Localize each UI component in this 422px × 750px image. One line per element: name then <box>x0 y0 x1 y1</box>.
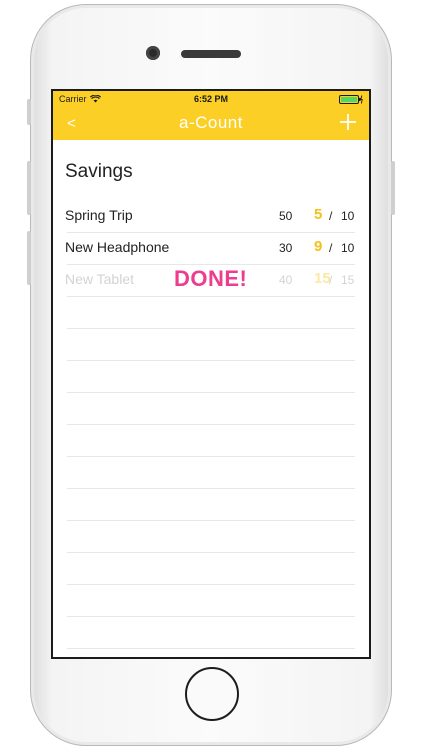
item-separator: / <box>329 273 333 287</box>
savings-list: Spring Trip 50 5 / 10 New Headphone 30 9… <box>53 201 369 649</box>
earpiece-speaker <box>181 50 241 58</box>
empty-row <box>67 361 355 393</box>
item-name: Spring Trip <box>65 207 133 223</box>
app-screen: Carrier 6:52 PM < a-Count Savings Spring… <box>51 89 371 659</box>
power-button <box>391 161 395 215</box>
done-badge: DONE! <box>174 266 248 291</box>
top-bar: Carrier 6:52 PM < a-Count <box>53 91 369 140</box>
volume-down-button <box>27 231 31 285</box>
item-separator: / <box>329 241 333 255</box>
status-time: 6:52 PM <box>193 94 228 104</box>
empty-row <box>67 457 355 489</box>
item-total: 10 <box>341 241 355 255</box>
volume-up-button <box>27 161 31 215</box>
mute-switch <box>27 99 31 125</box>
home-button[interactable] <box>185 667 239 721</box>
item-total: 15 <box>341 273 355 287</box>
item-count[interactable]: 9 <box>314 238 322 255</box>
plus-icon[interactable] <box>339 113 357 131</box>
empty-row <box>67 585 355 617</box>
nav-title: a-Count <box>179 113 243 132</box>
empty-row <box>67 393 355 425</box>
empty-row <box>67 329 355 361</box>
status-bar: Carrier 6:52 PM <box>53 93 369 107</box>
list-item-new-headphone[interactable]: New Headphone 30 9 / 10 <box>65 233 355 265</box>
empty-row <box>67 617 355 649</box>
empty-row <box>67 521 355 553</box>
empty-row <box>67 425 355 457</box>
item-count[interactable]: 5 <box>314 206 322 223</box>
item-target: 50 <box>279 209 293 223</box>
item-name: New Headphone <box>65 239 170 255</box>
empty-row <box>67 553 355 585</box>
item-total: 10 <box>341 209 355 223</box>
item-separator: / <box>329 209 333 223</box>
navigation-bar: < a-Count <box>53 109 369 139</box>
list-item-spring-trip[interactable]: Spring Trip 50 5 / 10 <box>65 201 355 233</box>
item-target: 40 <box>279 273 293 287</box>
item-name: New Tablet <box>65 271 135 287</box>
empty-row <box>67 489 355 521</box>
battery-charging-icon <box>339 95 363 104</box>
front-camera <box>146 46 160 60</box>
item-target: 30 <box>279 241 293 255</box>
section-title: Savings <box>65 161 133 182</box>
list-item-new-tablet[interactable]: New Tablet DONE! 40 15 / 15 <box>65 265 355 297</box>
empty-row <box>67 297 355 329</box>
